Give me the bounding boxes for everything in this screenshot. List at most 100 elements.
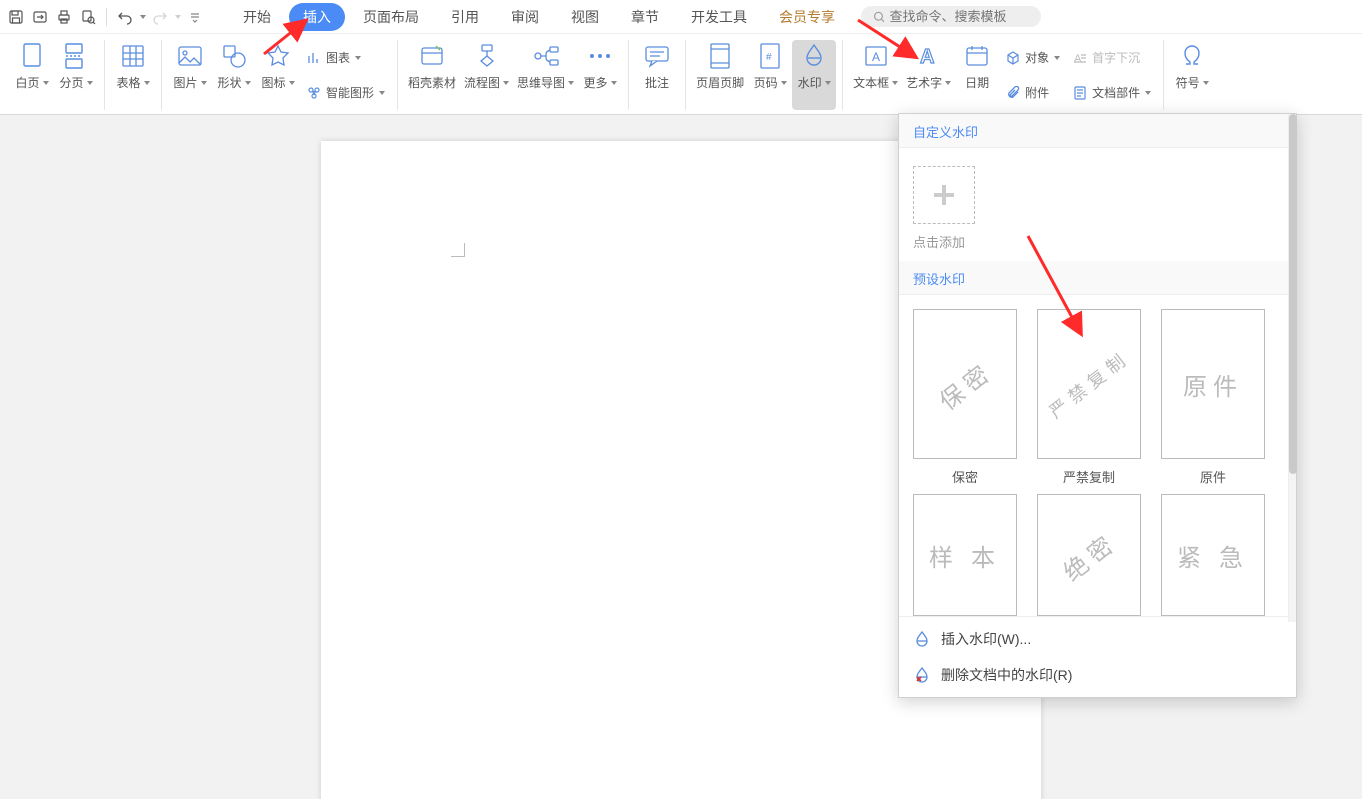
qa-separator	[106, 8, 107, 26]
chart-button[interactable]: 图表	[304, 47, 387, 68]
shape-button[interactable]: 形状	[212, 40, 256, 110]
chart-icon	[306, 50, 322, 66]
preset-grid-row2: 样 本 绝密 紧 急	[899, 494, 1296, 616]
preset-grid-row1: 保密 保密 严禁复制 严禁复制 原件 原件	[899, 295, 1296, 494]
svg-text:A: A	[872, 50, 880, 64]
flowchart-button[interactable]: 流程图	[460, 40, 513, 110]
print-preview-icon[interactable]	[78, 7, 98, 27]
wordart-icon: A	[915, 42, 943, 70]
tab-label: 引用	[451, 9, 479, 25]
redo-dropdown-icon[interactable]	[175, 15, 181, 19]
section-label: 自定义水印	[913, 125, 978, 140]
wordart-button[interactable]: A 艺术字	[902, 40, 955, 110]
mini-label: 首字下沉	[1092, 49, 1140, 66]
comment-button[interactable]: 批注	[635, 40, 679, 110]
search-box[interactable]	[861, 6, 1041, 27]
panel-scrollbar-thumb[interactable]	[1289, 114, 1297, 474]
more-button[interactable]: 更多	[578, 40, 622, 110]
rbtn-label: 图片	[173, 74, 197, 91]
thumb-text: 保密	[931, 352, 1000, 417]
tab-references[interactable]: 引用	[437, 3, 493, 31]
page-break-button[interactable]: 分页	[54, 40, 98, 110]
rbtn-label: 页眉页脚	[696, 74, 744, 91]
preset-original[interactable]: 原件 原件	[1161, 309, 1265, 486]
doc-parts-button[interactable]: 文档部件	[1070, 82, 1153, 103]
preset-no-copy[interactable]: 严禁复制 严禁复制	[1037, 309, 1141, 486]
docky-assets-button[interactable]: 稻壳素材	[404, 40, 460, 110]
panel-scrollbar-track[interactable]	[1288, 114, 1296, 622]
icon-gallery-icon	[264, 42, 292, 70]
group-assets: 稻壳素材 流程图 思维导图 更多	[398, 40, 629, 110]
tab-label: 审阅	[511, 9, 539, 25]
print-icon[interactable]	[54, 7, 74, 27]
mindmap-icon	[532, 42, 560, 70]
illustrations-mini: 图表 智能图形	[300, 40, 391, 110]
table-button[interactable]: 表格	[111, 40, 155, 110]
top-area: 开始 插入 页面布局 引用 审阅 视图 章节 开发工具 会员专享 白页 分页	[0, 0, 1362, 115]
shape-icon	[220, 42, 248, 70]
text-cursor-mark	[451, 243, 465, 257]
rbtn-label: 形状	[217, 74, 241, 91]
header-footer-button[interactable]: 页眉页脚	[692, 40, 748, 110]
tab-dev-tools[interactable]: 开发工具	[677, 3, 761, 31]
watermark-scroll[interactable]: 自定义水印 点击添加 预设水印 保密 保密 严禁复制 严禁复制 原件 原件	[899, 114, 1296, 616]
tab-review[interactable]: 审阅	[497, 3, 553, 31]
search-input[interactable]	[890, 9, 1029, 24]
page-number-button[interactable]: # 页码	[748, 40, 792, 110]
insert-watermark-menuitem[interactable]: 插入水印(W)...	[899, 621, 1296, 657]
dropcap-button[interactable]: A 首字下沉	[1070, 47, 1153, 68]
undo-dropdown-icon[interactable]	[140, 15, 146, 19]
tab-label: 视图	[571, 9, 599, 25]
export-icon[interactable]	[30, 7, 50, 27]
docky-assets-icon	[418, 42, 446, 70]
symbol-button[interactable]: 符号	[1170, 40, 1214, 110]
tab-vip[interactable]: 会员专享	[765, 3, 849, 31]
tab-view[interactable]: 视图	[557, 3, 613, 31]
preset-label: 原件	[1200, 467, 1226, 486]
svg-text:A: A	[920, 46, 934, 68]
custom-watermark-area: 点击添加	[899, 148, 1296, 261]
quick-access-row: 开始 插入 页面布局 引用 审阅 视图 章节 开发工具 会员专享	[0, 0, 1362, 34]
preset-watermark-header: 预设水印	[899, 261, 1296, 295]
more-icon	[586, 42, 614, 70]
watermark-button[interactable]: 水印	[792, 40, 836, 110]
remove-watermark-icon	[913, 666, 931, 684]
smart-graphic-button[interactable]: 智能图形	[304, 82, 387, 103]
qa-overflow-icon[interactable]	[185, 7, 205, 27]
mini-label: 图表	[326, 49, 350, 66]
undo-icon[interactable]	[115, 7, 135, 27]
save-icon[interactable]	[6, 7, 26, 27]
preset-top-secret[interactable]: 绝密	[1037, 494, 1141, 616]
preset-confidential[interactable]: 保密 保密	[913, 309, 1017, 486]
tab-chapter[interactable]: 章节	[617, 3, 673, 31]
tab-insert[interactable]: 插入	[289, 3, 345, 31]
blank-page-icon	[18, 42, 46, 70]
custom-watermark-header: 自定义水印	[899, 114, 1296, 148]
thumb-text: 严禁复制	[1043, 344, 1135, 424]
menu-tabs: 开始 插入 页面布局 引用 审阅 视图 章节 开发工具 会员专享	[229, 3, 849, 31]
remove-watermark-menuitem[interactable]: 删除文档中的水印(R)	[899, 657, 1296, 693]
group-pages: 白页 分页	[4, 40, 105, 110]
attachment-button[interactable]: 附件	[1003, 82, 1062, 103]
preset-thumb: 严禁复制	[1037, 309, 1141, 459]
mindmap-button[interactable]: 思维导图	[513, 40, 578, 110]
textbox-icon: A	[862, 42, 890, 70]
svg-text:#: #	[766, 52, 772, 63]
page-number-icon: #	[756, 42, 784, 70]
preset-thumb: 原件	[1161, 309, 1265, 459]
tab-start[interactable]: 开始	[229, 3, 285, 31]
preset-urgent[interactable]: 紧 急	[1161, 494, 1265, 616]
blank-page-button[interactable]: 白页	[10, 40, 54, 110]
mini-label: 对象	[1025, 49, 1049, 66]
preset-sample[interactable]: 样 本	[913, 494, 1017, 616]
object-button[interactable]: 对象	[1003, 47, 1062, 68]
picture-button[interactable]: 图片	[168, 40, 212, 110]
redo-icon[interactable]	[150, 7, 170, 27]
icon-button[interactable]: 图标	[256, 40, 300, 110]
tab-page-layout[interactable]: 页面布局	[349, 3, 433, 31]
textbox-button[interactable]: A 文本框	[849, 40, 902, 110]
add-watermark-label: 点击添加	[913, 232, 965, 251]
text-mini: 对象 附件	[999, 40, 1066, 110]
date-button[interactable]: 日期	[955, 40, 999, 110]
add-watermark-button[interactable]	[913, 166, 975, 224]
